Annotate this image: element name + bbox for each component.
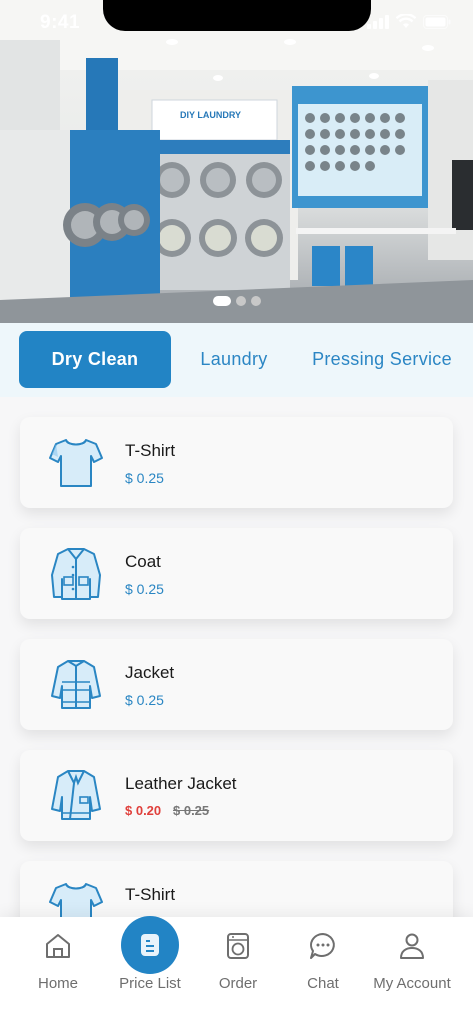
nav-my-account[interactable]: My Account <box>370 917 454 1015</box>
item-name: T-Shirt <box>125 441 176 460</box>
status-time: 9:41 <box>40 12 81 33</box>
item-price: $ 0.25 <box>125 470 164 486</box>
nav-chat[interactable]: Chat <box>295 917 351 1015</box>
washing-machine-icon <box>227 933 249 959</box>
list-item[interactable]: T-Shirt <box>20 861 453 917</box>
price-list-button[interactable] <box>121 916 179 974</box>
jacket-icon <box>51 660 101 709</box>
price-list-icon <box>141 934 159 956</box>
tshirt-icon <box>49 439 103 487</box>
item-sale-price: $ 0.20 <box>125 803 162 818</box>
chat-icon <box>310 933 335 959</box>
item-name: T-Shirt <box>125 885 176 904</box>
user-icon <box>400 933 424 959</box>
signal-icon <box>367 14 389 29</box>
laundromat-photo: DIY LAUNDRY <box>0 0 473 323</box>
home-icon <box>46 934 70 958</box>
tab-laundry[interactable]: Laundry <box>184 331 284 388</box>
carousel-dot-3[interactable] <box>250 296 261 306</box>
carousel-indicator <box>0 296 473 306</box>
nav-order[interactable]: Order <box>210 917 266 1015</box>
wifi-icon <box>396 14 416 28</box>
sign-text: DIY LAUNDRY <box>180 110 241 120</box>
nav-price-list-label: Price List <box>119 975 181 992</box>
tab-dry-clean[interactable]: Dry Clean <box>19 331 171 388</box>
list-item[interactable]: Leather Jacket $ 0.20 $ 0.25 <box>20 750 453 841</box>
carousel-dot-2[interactable] <box>235 296 246 306</box>
leather-jacket-icon <box>51 770 101 820</box>
item-price: $ 0.25 <box>125 692 164 708</box>
carousel-dot-1[interactable] <box>212 296 231 306</box>
item-old-price: $ 0.25 <box>173 803 210 818</box>
bottom-nav: Home Price List Order Chat My Account <box>0 916 473 1015</box>
battery-icon <box>423 14 451 29</box>
item-name: Leather Jacket <box>125 774 237 793</box>
tshirt-icon <box>49 883 103 917</box>
nav-price-list[interactable]: Price List <box>115 916 185 1015</box>
item-price: $ 0.25 <box>125 581 164 597</box>
nav-home[interactable]: Home <box>30 917 86 1015</box>
list-item[interactable]: T-Shirt $ 0.25 <box>20 417 453 508</box>
item-name: Coat <box>125 552 161 571</box>
service-tabs: Dry Clean Laundry Pressing Service <box>0 323 473 397</box>
item-name: Jacket <box>125 663 175 682</box>
nav-chat-label: Chat <box>307 975 339 992</box>
price-list: T-Shirt $ 0.25 Coat $ 0.25 Jacket $ 0.25 <box>0 397 473 917</box>
list-item[interactable]: Coat $ 0.25 <box>20 528 453 619</box>
hero-banner[interactable]: DIY LAUNDRY 9:41 <box>0 0 473 323</box>
status-bar: 9:41 <box>0 0 473 44</box>
nav-order-label: Order <box>218 975 258 992</box>
nav-home-label: Home <box>37 975 78 992</box>
list-item[interactable]: Jacket $ 0.25 <box>20 639 453 730</box>
coat-icon <box>51 548 101 600</box>
tab-pressing-service[interactable]: Pressing Service <box>302 331 462 388</box>
nav-my-account-label: My Account <box>373 975 451 992</box>
notch <box>103 0 371 31</box>
